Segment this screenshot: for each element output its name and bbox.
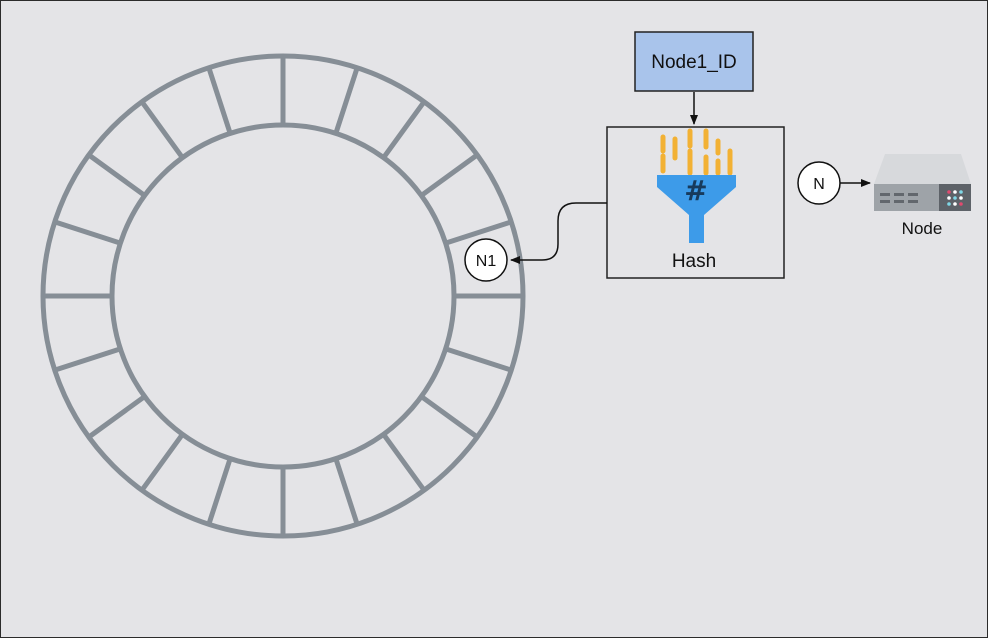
diagram-canvas: Node1_ID # Hash N1 N Node — [0, 0, 988, 638]
hash-label: Hash — [672, 251, 716, 272]
diagram-svg: Node1_ID # Hash N1 N Node — [40, 31, 971, 539]
ring-segment-divider — [87, 152, 147, 198]
hash-ring — [40, 53, 526, 539]
server-icon[interactable] — [874, 154, 971, 211]
funnel-data-bars — [660, 128, 733, 176]
ring-segment-divider — [139, 432, 185, 492]
ring-segment-divider — [206, 457, 233, 526]
ring-segment-divider — [53, 346, 122, 373]
ring-segment-divider — [381, 100, 427, 160]
ring-segment-divider — [206, 66, 233, 135]
ring-segment-divider — [444, 346, 513, 373]
ring-segment-divider — [139, 100, 185, 160]
node-id-box[interactable]: Node1_ID — [634, 31, 754, 92]
hash-funnel-icon: # — [657, 128, 736, 243]
ring-segment-divider — [419, 394, 479, 440]
hash-symbol-icon: # — [684, 174, 707, 207]
node-marker[interactable]: N — [797, 161, 841, 205]
ring-inner-circle — [109, 122, 457, 470]
ring-segment-divider — [87, 394, 147, 440]
node-marker-label: N — [813, 176, 825, 193]
ring-segment-divider — [419, 152, 479, 198]
ring-segment-divider — [333, 457, 360, 526]
ring-position-marker[interactable]: N1 — [464, 238, 508, 282]
node-id-label: Node1_ID — [651, 52, 737, 73]
ring-marker-label: N1 — [476, 253, 497, 270]
arrow-hash-to-ring — [510, 202, 607, 264]
node-label: Node — [902, 219, 943, 238]
hash-function-box[interactable]: # Hash — [606, 126, 785, 279]
ring-outer-circle — [40, 53, 526, 539]
ring-segment-divider — [53, 219, 122, 246]
ring-segment-divider — [381, 432, 427, 492]
ring-segment-divider — [333, 66, 360, 135]
